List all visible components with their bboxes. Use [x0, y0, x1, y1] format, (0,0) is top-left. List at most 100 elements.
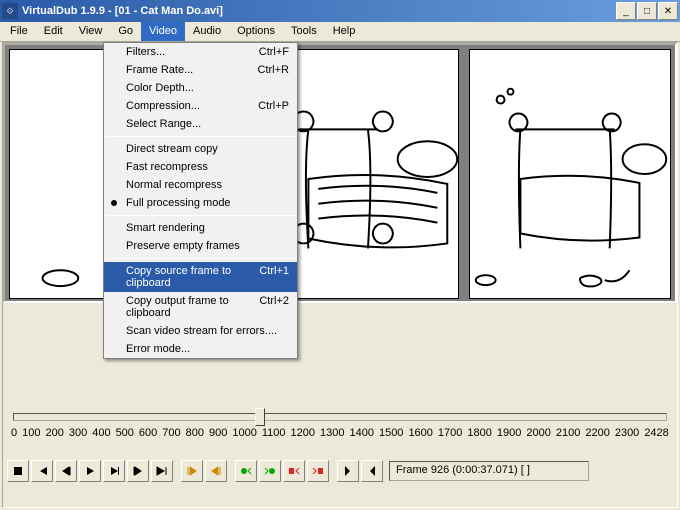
step-back-button[interactable] [55, 460, 77, 482]
menu-item-copy-source-frame-to-clipboard[interactable]: Copy source frame to clipboardCtrl+1 [104, 262, 297, 292]
menu-item-label: Normal recompress [126, 179, 289, 191]
menu-item-label: Smart rendering [126, 222, 289, 234]
menu-item-label: Copy source frame to clipboard [126, 265, 249, 289]
menu-item-label: Fast recompress [126, 161, 289, 173]
menu-file[interactable]: File [2, 22, 36, 41]
transport-toolbar: Frame 926 (0:00:37.071) [ ] [7, 459, 673, 483]
timeline-thumb[interactable] [255, 408, 265, 426]
app-icon: ⟐ [2, 3, 18, 19]
menu-item-select-range[interactable]: Select Range... [104, 115, 297, 133]
play-out-icon [107, 464, 121, 478]
range-start-icon [185, 464, 199, 478]
step-fwd-button[interactable] [127, 460, 149, 482]
tick-label: 1700 [438, 427, 462, 439]
mark-in-button[interactable] [337, 460, 359, 482]
maximize-button[interactable]: □ [637, 2, 657, 20]
range-start-button[interactable] [181, 460, 203, 482]
scene-next-icon [311, 464, 325, 478]
menu-item-label: Full processing mode [126, 197, 289, 209]
output-video-pane[interactable] [469, 49, 671, 299]
menu-item-frame-rate[interactable]: Frame Rate... Ctrl+R [104, 61, 297, 79]
play-in-icon [83, 464, 97, 478]
fast-end-icon [155, 464, 169, 478]
rewind-start-icon [35, 464, 49, 478]
tick-label: 0 [11, 427, 17, 439]
menu-shortcut: Ctrl+P [258, 100, 289, 112]
menu-item-label: Direct stream copy [126, 143, 289, 155]
menu-item-label: Select Range... [126, 118, 289, 130]
menu-audio[interactable]: Audio [185, 22, 229, 41]
menu-item-full-processing-mode[interactable]: Full processing mode [104, 194, 297, 212]
menu-separator [106, 215, 295, 216]
menu-view[interactable]: View [71, 22, 111, 41]
tick-label: 100 [22, 427, 40, 439]
video-menu-dropdown: Filters...Ctrl+F Frame Rate... Ctrl+R Color… [103, 42, 298, 359]
tick-label: 2428 [644, 427, 668, 439]
menu-item-normal-recompress[interactable]: Normal recompress [104, 176, 297, 194]
tick-label: 1800 [467, 427, 491, 439]
key-prev-icon [239, 464, 253, 478]
tick-label: 900 [209, 427, 227, 439]
timeline-track[interactable] [13, 413, 667, 421]
menu-item-label: Copy output frame to clipboard [126, 295, 249, 319]
tick-label: 2300 [615, 427, 639, 439]
tick-label: 1100 [262, 427, 286, 439]
step-fwd-icon [131, 464, 145, 478]
tick-label: 500 [116, 427, 134, 439]
menu-shortcut: Ctrl+F [259, 46, 289, 58]
tick-label: 1400 [349, 427, 373, 439]
key-next-icon [263, 464, 277, 478]
menu-separator [106, 136, 295, 137]
stop-button[interactable] [7, 460, 29, 482]
tick-label: 400 [92, 427, 110, 439]
menu-item-filters[interactable]: Filters...Ctrl+F [104, 43, 297, 61]
menu-edit[interactable]: Edit [36, 22, 71, 41]
menu-video[interactable]: Video [141, 22, 185, 41]
key-prev-button[interactable] [235, 460, 257, 482]
titlebar: ⟐ VirtualDub 1.9.9 - [01 - Cat Man Do.av… [0, 0, 680, 22]
mark-in-icon [341, 464, 355, 478]
menu-item-label: Scan video stream for errors.... [126, 325, 289, 337]
menu-item-smart-rendering[interactable]: Smart rendering [104, 219, 297, 237]
radio-dot-icon [111, 200, 117, 206]
menu-item-direct-stream-copy[interactable]: Direct stream copy [104, 140, 297, 158]
menu-item-copy-output-frame-to-clipboard[interactable]: Copy output frame to clipboard Ctrl+2 [104, 292, 297, 322]
mark-out-button[interactable] [361, 460, 383, 482]
minimize-button[interactable]: _ [616, 2, 636, 20]
tick-label: 2200 [585, 427, 609, 439]
rewind-start-button[interactable] [31, 460, 53, 482]
scene-next-button[interactable] [307, 460, 329, 482]
menu-item-label: Compression... [126, 100, 248, 112]
tick-label: 1900 [497, 427, 521, 439]
tick-label: 700 [162, 427, 180, 439]
scene-prev-icon [287, 464, 301, 478]
menu-item-color-depth[interactable]: Color Depth... [104, 79, 297, 97]
menu-options[interactable]: Options [229, 22, 283, 41]
scene-prev-button[interactable] [283, 460, 305, 482]
range-end-button[interactable] [205, 460, 227, 482]
tick-label: 2000 [526, 427, 550, 439]
menu-shortcut: Ctrl+R [258, 64, 289, 76]
menu-tools[interactable]: Tools [283, 22, 325, 41]
close-button[interactable]: ✕ [658, 2, 678, 20]
timeline-ticks: 0100200300400500600700800900100011001200… [9, 427, 671, 439]
key-next-button[interactable] [259, 460, 281, 482]
menu-help[interactable]: Help [325, 22, 364, 41]
output-frame [470, 50, 670, 298]
menu-item-scan-video-stream-for-errors[interactable]: Scan video stream for errors.... [104, 322, 297, 340]
play-out-button[interactable] [103, 460, 125, 482]
timeline: 0100200300400500600700800900100011001200… [9, 413, 671, 449]
tick-label: 800 [186, 427, 204, 439]
mark-out-icon [365, 464, 379, 478]
play-in-button[interactable] [79, 460, 101, 482]
menu-item-label: Frame Rate... [126, 64, 248, 76]
menu-go[interactable]: Go [110, 22, 141, 41]
menu-item-error-mode[interactable]: Error mode... [104, 340, 297, 358]
menu-shortcut: Ctrl+2 [259, 295, 289, 319]
menu-item-label: Color Depth... [126, 82, 289, 94]
tick-label: 300 [69, 427, 87, 439]
menu-item-compression[interactable]: Compression... Ctrl+P [104, 97, 297, 115]
menu-item-fast-recompress[interactable]: Fast recompress [104, 158, 297, 176]
fast-end-button[interactable] [151, 460, 173, 482]
menu-item-preserve-empty-frames[interactable]: Preserve empty frames [104, 237, 297, 255]
